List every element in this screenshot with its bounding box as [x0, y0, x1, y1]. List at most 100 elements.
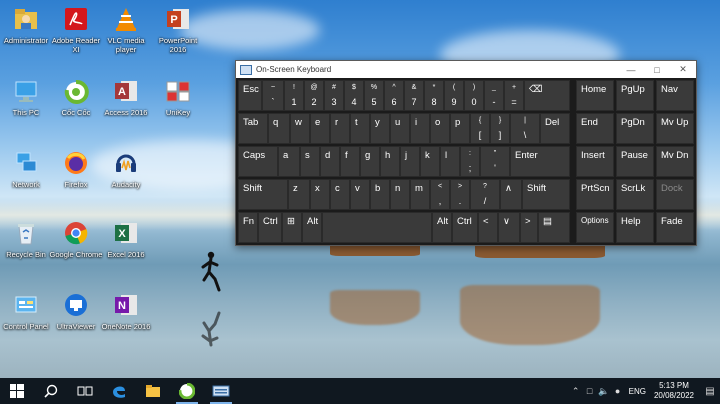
key-row2-6[interactable]: y	[370, 113, 390, 144]
key-row1-4[interactable]: #3	[324, 80, 344, 111]
key-row5-3[interactable]: Alt	[302, 212, 322, 243]
minimize-button[interactable]: —	[618, 61, 644, 78]
key-row5-2[interactable]: ⊞	[282, 212, 302, 243]
key-row2-0[interactable]: Tab	[238, 113, 268, 144]
key-row2-5[interactable]: t	[350, 113, 370, 144]
key-row2-12[interactable]: }]	[490, 113, 510, 144]
key-row3-10[interactable]: :;	[460, 146, 480, 177]
desktop-icon-control-panel[interactable]: Control Panel	[0, 290, 54, 331]
desktop-icon-access[interactable]: A Access 2016	[98, 76, 154, 117]
key-row3-11[interactable]: " '	[480, 146, 510, 177]
key-row1-3[interactable]: @2	[304, 80, 324, 111]
key-options[interactable]: Options	[576, 212, 614, 243]
key-row4-11[interactable]: ∧	[500, 179, 522, 210]
osk-taskbar-button[interactable]	[204, 378, 238, 404]
key-mv-dn[interactable]: Mv Dn	[656, 146, 694, 177]
key-row1-5[interactable]: $4	[344, 80, 364, 111]
key-scrlk[interactable]: ScrLk	[616, 179, 654, 210]
key-nav[interactable]: Nav	[656, 80, 694, 111]
key-row4-5[interactable]: b	[370, 179, 390, 210]
key-row2-13[interactable]: | \	[510, 113, 540, 144]
notification-icon[interactable]: ▤	[700, 378, 720, 404]
desktop-icon-adobe-reader[interactable]: Adobe Reader XI	[48, 4, 104, 54]
key-row4-9[interactable]: >.	[450, 179, 470, 210]
search-button[interactable]	[34, 378, 68, 404]
key-row4-7[interactable]: m	[410, 179, 430, 210]
key-row1-7[interactable]: ^ 6	[384, 80, 404, 111]
key-row1-0[interactable]: Esc	[238, 80, 262, 111]
key-row4-3[interactable]: c	[330, 179, 350, 210]
key-end[interactable]: End	[576, 113, 614, 144]
key-row5-10[interactable]: ▤	[538, 212, 570, 243]
key-insert[interactable]: Insert	[576, 146, 614, 177]
key-dock[interactable]: Dock	[656, 179, 694, 210]
key-row1-2[interactable]: ! 1	[284, 80, 304, 111]
desktop-icon-recycle-bin[interactable]: Recycle Bin	[0, 218, 54, 259]
edge-button[interactable]	[102, 378, 136, 404]
key-pgup[interactable]: PgUp	[616, 80, 654, 111]
desktop-icon-this-pc[interactable]: This PC	[0, 76, 54, 117]
desktop-icon-network[interactable]: Network	[0, 148, 54, 189]
start-button[interactable]	[0, 378, 34, 404]
desktop-icon-ultraviewer[interactable]: UltraViewer	[48, 290, 104, 331]
key-row2-8[interactable]: i	[410, 113, 430, 144]
key-row1-13[interactable]: + =	[504, 80, 524, 111]
close-button[interactable]: ✕	[670, 61, 696, 78]
file-explorer-button[interactable]	[136, 378, 170, 404]
maximize-button[interactable]: □	[644, 61, 670, 78]
key-row4-6[interactable]: n	[390, 179, 410, 210]
desktop-icon-coccoc[interactable]: Cốc Cốc	[48, 76, 104, 117]
key-mv-up[interactable]: Mv Up	[656, 113, 694, 144]
key-row5-9[interactable]: >	[520, 212, 538, 243]
key-row1-10[interactable]: (9	[444, 80, 464, 111]
desktop-icon-powerpoint[interactable]: P PowerPoint 2016	[150, 4, 206, 54]
key-row2-1[interactable]: q	[268, 113, 290, 144]
key-row3-1[interactable]: a	[278, 146, 300, 177]
desktop-icon-vlc[interactable]: VLC media player	[98, 4, 154, 54]
key-row5-1[interactable]: Ctrl	[258, 212, 282, 243]
key-row3-9[interactable]: l	[440, 146, 460, 177]
key-row2-9[interactable]: o	[430, 113, 450, 144]
key-row4-0[interactable]: Shift	[238, 179, 288, 210]
key-prtscn[interactable]: PrtScn	[576, 179, 614, 210]
desktop-icon-unikey[interactable]: UniKey	[150, 76, 206, 117]
key-row3-4[interactable]: f	[340, 146, 360, 177]
desktop-icon-excel[interactable]: X Excel 2016	[98, 218, 154, 259]
key-pause[interactable]: Pause	[616, 146, 654, 177]
key-row3-7[interactable]: j	[400, 146, 420, 177]
desktop-icon-administrator[interactable]: Administrator	[0, 4, 54, 45]
key-row2-11[interactable]: {[	[470, 113, 490, 144]
key-row5-6[interactable]: Ctrl	[452, 212, 478, 243]
desktop-icon-firefox[interactable]: Firefox	[48, 148, 104, 189]
key-row4-4[interactable]: v	[350, 179, 370, 210]
key-row1-6[interactable]: % 5	[364, 80, 384, 111]
key-help[interactable]: Help	[616, 212, 654, 243]
key-fade[interactable]: Fade	[656, 212, 694, 243]
key-row1-1[interactable]: ~ `	[262, 80, 284, 111]
key-pgdn[interactable]: PgDn	[616, 113, 654, 144]
key-row1-14[interactable]: ⌫	[524, 80, 570, 111]
key-row5-8[interactable]: ∨	[498, 212, 520, 243]
key-row3-5[interactable]: g	[360, 146, 380, 177]
key-row5-5[interactable]: Alt	[432, 212, 452, 243]
key-row2-7[interactable]: u	[390, 113, 410, 144]
key-row4-10[interactable]: ? /	[470, 179, 500, 210]
key-row5-4[interactable]	[322, 212, 432, 243]
key-row2-10[interactable]: p	[450, 113, 470, 144]
desktop-icon-onenote[interactable]: N OneNote 2016	[98, 290, 154, 331]
key-home[interactable]: Home	[576, 80, 614, 111]
key-row5-0[interactable]: Fn	[238, 212, 258, 243]
task-view-button[interactable]	[68, 378, 102, 404]
clock[interactable]: 5:13 PM 20/08/2022	[654, 381, 694, 401]
chevron-up-icon[interactable]: ⌃	[569, 386, 583, 397]
key-row2-2[interactable]: w	[290, 113, 310, 144]
key-row3-0[interactable]: Caps	[238, 146, 278, 177]
key-row4-8[interactable]: <,	[430, 179, 450, 210]
key-row3-8[interactable]: k	[420, 146, 440, 177]
title-bar[interactable]: On-Screen Keyboard — □ ✕	[236, 61, 696, 78]
key-row4-2[interactable]: x	[310, 179, 330, 210]
key-row1-9[interactable]: * 8	[424, 80, 444, 111]
key-row4-1[interactable]: z	[288, 179, 310, 210]
volume-icon[interactable]: 🔈	[597, 386, 611, 397]
key-row3-12[interactable]: Enter	[510, 146, 570, 177]
